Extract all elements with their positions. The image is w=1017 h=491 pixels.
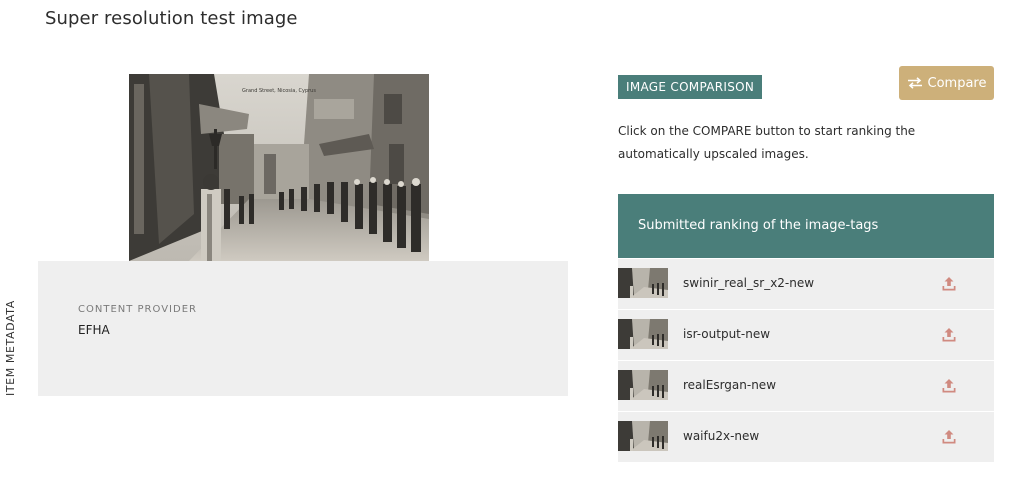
ranking-item: realEsrgan-new <box>618 361 994 412</box>
compare-button-label: Compare <box>927 75 987 91</box>
main-image: Grand Street, Nicosia, Cyprus <box>129 74 429 261</box>
image-comparison-badge: IMAGE COMPARISON <box>618 75 763 99</box>
ranking-item: isr-output-new <box>618 310 994 361</box>
page-title: Super resolution test image <box>45 8 298 29</box>
ranking-item: waifu2x-new <box>618 412 994 463</box>
ranking-item-label: isr-output-new <box>683 327 771 341</box>
upload-icon[interactable] <box>941 276 957 292</box>
photo-caption: Grand Street, Nicosia, Cyprus <box>242 88 316 94</box>
upload-icon[interactable] <box>941 378 957 394</box>
ranking-item-label: realEsrgan-new <box>683 378 777 392</box>
upload-icon[interactable] <box>941 327 957 343</box>
swap-arrows-icon <box>907 77 923 89</box>
ranking-header: Submitted ranking of the image-tags <box>618 194 994 258</box>
ranking-item-label: waifu2x-new <box>683 429 760 443</box>
comparison-description: Click on the COMPARE button to start ran… <box>618 124 916 161</box>
thumbnail-image <box>618 268 668 298</box>
compare-button[interactable]: Compare <box>899 66 994 100</box>
item-metadata-label: ITEM METADATA <box>4 300 17 396</box>
ranking-list: swinir_real_sr_x2-new isr-output-new rea… <box>618 259 994 463</box>
upload-icon[interactable] <box>941 429 957 445</box>
item-metadata-panel: CONTENT PROVIDER EFHA <box>38 261 568 396</box>
content-provider-label: CONTENT PROVIDER <box>78 304 197 315</box>
thumbnail-image <box>618 319 668 349</box>
ranking-item-label: swinir_real_sr_x2-new <box>683 276 815 290</box>
ranking-item: swinir_real_sr_x2-new <box>618 259 994 310</box>
thumbnail-image <box>618 421 668 451</box>
ranking-header-title: Submitted ranking of the image-tags <box>638 218 879 233</box>
content-provider-value: EFHA <box>78 323 110 337</box>
thumbnail-image <box>618 370 668 400</box>
